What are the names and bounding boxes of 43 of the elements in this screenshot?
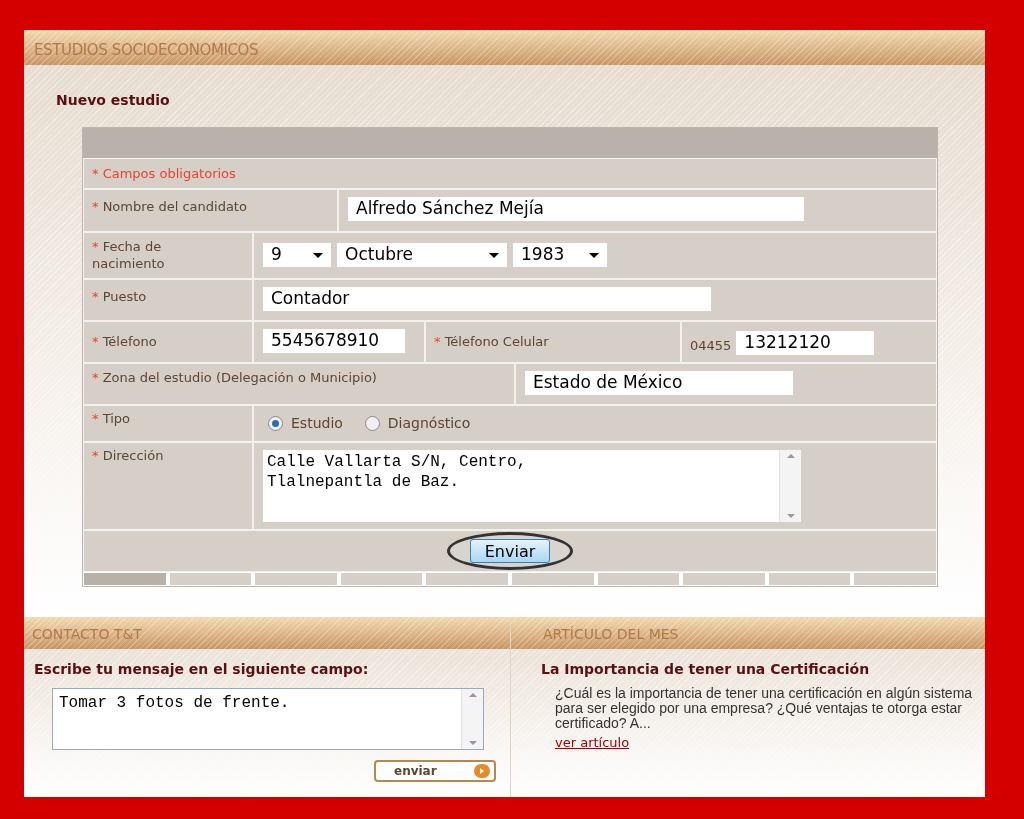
input-field[interactable]: Alfredo Sánchez Mejía <box>347 196 805 222</box>
section-header: CONTACTO T&T <box>24 617 510 649</box>
caret-icon <box>589 252 599 258</box>
dropdown[interactable]: Octubre <box>336 242 508 268</box>
article-heading: La Importancia de tener una Certificación <box>540 660 871 679</box>
field-label: * Zona del estudio (Delegación o Municipio) <box>92 369 378 386</box>
field-label: * Nombre del candidato <box>92 198 248 215</box>
required-note: * Campos obligatorios <box>83 158 937 189</box>
input-field[interactable]: 5545678910 <box>262 328 406 354</box>
field-label: * Puesto <box>92 288 148 305</box>
radio-icon <box>364 416 380 431</box>
contact-prompt: Escribe tu mensaje en el siguiente campo: <box>33 660 370 679</box>
article-summary: ¿Cuál es la importancia de tener una certificación en algún sistema para ser elegido por una empresa? ¿Qué ventajas te otorga estar certificado? A... <box>555 686 974 731</box>
input-field[interactable]: Estado de México <box>524 370 794 396</box>
field-label: * Télefono <box>92 333 158 350</box>
radio-option[interactable]: Estudio <box>268 413 343 434</box>
field-label: * Dirección <box>92 447 165 464</box>
field-label: * Fecha de nacimiento <box>92 238 166 272</box>
message-textarea[interactable]: Tomar 3 fotos de frente. <box>52 688 484 750</box>
radio-option[interactable]: Diagnóstico <box>364 413 471 434</box>
section-header: ARTÍCULO DEL MES <box>511 617 985 649</box>
field-label: * Tipo <box>92 410 131 427</box>
scroll-down-icon <box>786 514 795 518</box>
caret-icon <box>489 252 499 258</box>
scroll-up-icon <box>786 454 795 458</box>
input-field[interactable]: Contador <box>262 286 712 312</box>
caret-icon <box>313 252 323 258</box>
scroll-down-icon <box>468 741 477 745</box>
radio-icon <box>268 416 283 431</box>
dropdown[interactable]: 1983 <box>512 242 608 268</box>
article-link[interactable]: ver artículo <box>555 733 985 753</box>
phone-prefix: 04455 <box>690 336 732 355</box>
address-textarea[interactable]: Calle Vallarta S/N, Centro, Tlalnepantla de Baz. <box>262 449 802 523</box>
section-header: ESTUDIOS SOCIOECONOMICOS <box>24 30 985 65</box>
scrollbar[interactable] <box>461 689 483 749</box>
field-label: * Télefono Celular <box>434 333 550 350</box>
send-button[interactable]: enviar <box>374 760 496 782</box>
input-field[interactable]: 13212120 <box>735 330 876 356</box>
dropdown[interactable]: 9 <box>262 242 332 268</box>
scroll-up-icon <box>468 693 477 697</box>
form-subtitle: Nuevo estudio <box>56 91 171 110</box>
scrollbar[interactable] <box>779 450 801 522</box>
submit-button[interactable]: Enviar <box>469 539 551 563</box>
